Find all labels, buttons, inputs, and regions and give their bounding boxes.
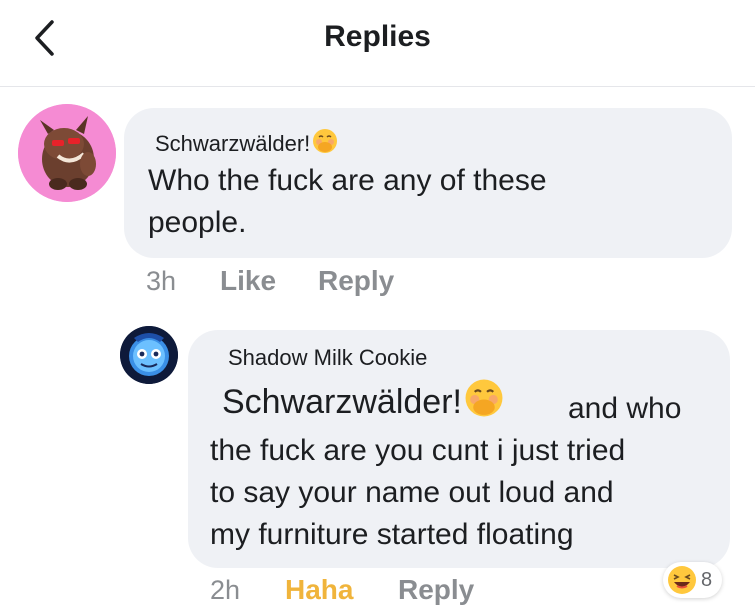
comment-text-line: my furniture started floating [210,518,574,551]
reply-button[interactable]: Reply [318,265,394,297]
reaction-summary[interactable]: 8 [663,562,723,598]
blushing-face-with-hand-over-mouth-emoji [464,378,504,427]
comment-text-line: the fuck are you cunt i just tried [210,434,626,467]
comment-text-line: people. [148,206,247,239]
comment-time: 2h [210,575,241,605]
avatar[interactable] [18,104,116,202]
comment-author[interactable]: Schwarzwälder! [155,128,338,160]
blushing-face-with-hand-over-mouth-emoji [312,128,338,160]
comment-author[interactable]: Shadow Milk Cookie [228,345,427,371]
replies-screen: Replies Schwarzwälder! Who the fuck are … [0,0,755,616]
comment-text-line: and who [568,392,682,425]
laughing-face-emoji [668,566,696,594]
mention-name: Schwarzwälder! [222,383,462,421]
mention-link[interactable]: Schwarzwälder! [222,378,504,427]
reply-button[interactable]: Reply [398,574,474,606]
comment-time: 3h [146,266,177,296]
like-button[interactable]: Like [220,265,276,297]
avatar-image [120,326,178,384]
avatar[interactable] [120,326,178,384]
reaction-count: 8 [701,568,713,591]
header-bar: Replies [0,0,755,87]
haha-reaction-button[interactable]: Haha [285,574,353,606]
avatar-image [18,104,116,202]
comment-text-line: to say your name out loud and [210,476,614,509]
comment-text-line: Who the fuck are any of these [148,164,547,197]
author-name: Schwarzwälder! [155,131,311,156]
page-title: Replies [324,20,431,53]
